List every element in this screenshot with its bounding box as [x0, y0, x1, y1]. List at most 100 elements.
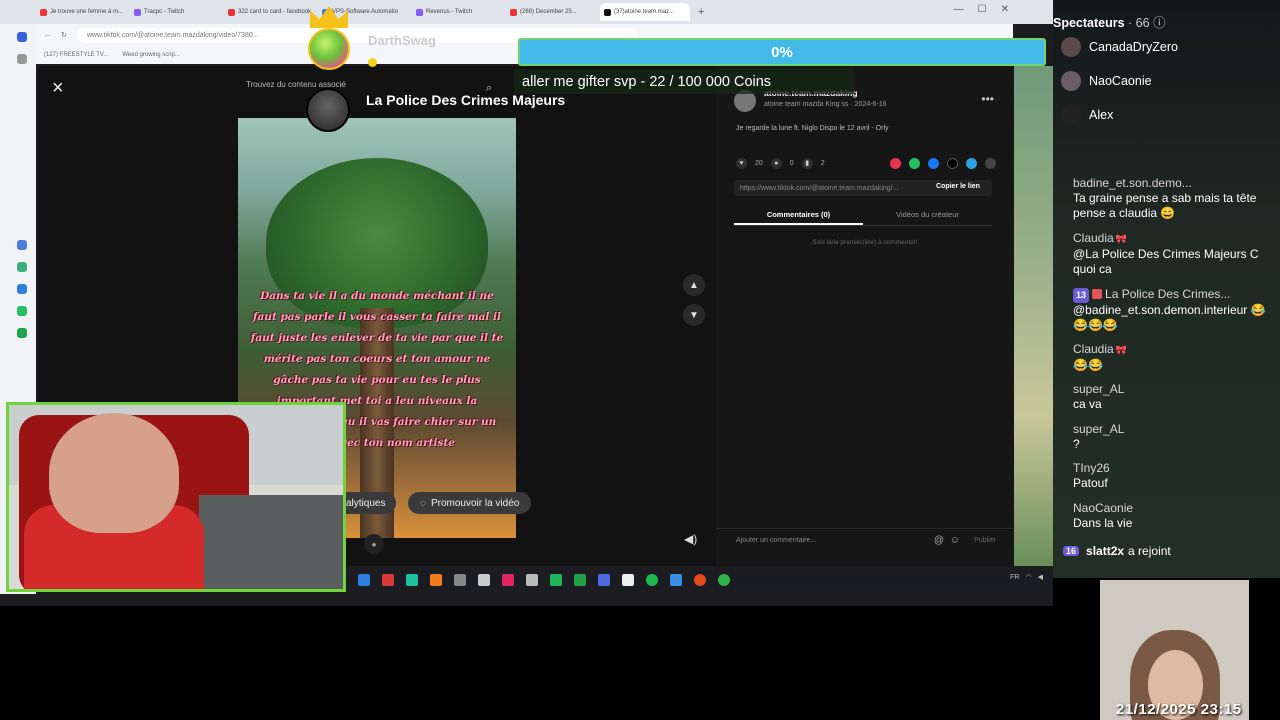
wifi-icon[interactable]: ◠ [1026, 573, 1032, 581]
back-icon[interactable]: ← [44, 32, 51, 39]
help-icon[interactable]: ⓘ [1153, 16, 1166, 30]
x-icon[interactable] [947, 157, 958, 169]
top-gifter-badge [304, 6, 354, 74]
browser-tab-active[interactable]: (37)atoine.team.maz... [600, 3, 690, 21]
sidebar-app-icon[interactable] [17, 32, 27, 42]
bookmark-item[interactable]: (127) FREESTYLE TV... [44, 52, 108, 58]
volume-icon[interactable]: ◀) [684, 532, 697, 546]
tab-creator-videos[interactable]: Vidéos du créateur [863, 206, 992, 225]
post-comment-button[interactable]: Publier [974, 537, 996, 544]
bookmark-item[interactable]: Weed growing scrip... [122, 52, 180, 58]
share-repost-icon[interactable] [890, 157, 901, 169]
window-controls: — ☐ ✕ [954, 4, 1009, 15]
spotify-icon[interactable] [646, 574, 658, 586]
gift-orb-icon [308, 28, 350, 70]
new-tab-button[interactable]: + [698, 6, 704, 18]
twitch-icon [134, 8, 141, 16]
goal-percent: 0% [771, 43, 793, 61]
chat-panel: Spectateurs · 66 ⓘ CanadaDryZero NaoCaon… [1053, 0, 1280, 578]
star-icon[interactable] [17, 54, 27, 64]
tiktok-icon [604, 8, 611, 16]
stream-frame: Je trouve une femme à m... Tracpc - Twit… [0, 0, 1280, 720]
app-icon[interactable] [502, 574, 514, 586]
gift-goal-label: aller me gifter svp - 22 / 100 000 Coins [514, 69, 854, 94]
app-icon[interactable] [670, 574, 682, 586]
viewers-header: Spectateurs · 66 ⓘ [1053, 16, 1166, 30]
browser-tab[interactable]: Je trouve une femme à m... [36, 3, 126, 21]
sidebar-app-icon[interactable] [17, 240, 27, 250]
music-title[interactable]: Je regarde la lune ft. Niglo Dispo le 12… [736, 125, 889, 132]
chevron-up-icon: ▲ [689, 279, 699, 291]
app-icon[interactable] [430, 574, 442, 586]
pagination-dot[interactable]: ● [364, 534, 384, 554]
viewer-item[interactable]: Alex [1061, 104, 1113, 126]
app-icon[interactable] [694, 574, 706, 586]
creator-name[interactable]: La Police Des Crimes Majeurs [366, 92, 565, 108]
system-tray: FR ◠ ◀ [1010, 573, 1043, 582]
tab-comments[interactable]: Commentaires (0) [734, 206, 863, 225]
app-icon[interactable] [574, 574, 586, 586]
browser-tab[interactable]: (269) December 25... [506, 3, 596, 21]
app-icon[interactable] [382, 574, 394, 586]
bookmark-icon[interactable]: ▮ [801, 157, 813, 169]
app-icon[interactable] [622, 574, 634, 586]
comment-input[interactable]: Ajouter un commentaire... [736, 537, 816, 544]
app-icon[interactable] [478, 574, 490, 586]
app-icon[interactable] [526, 574, 538, 586]
viewer-item[interactable]: NaoCaonie [1061, 70, 1152, 92]
desktop-wallpaper [1014, 66, 1053, 566]
whatsapp-icon[interactable] [909, 157, 920, 169]
streamer-head [49, 413, 179, 533]
whatsapp-icon[interactable] [17, 306, 27, 316]
author-subtitle: atoine team mazda King ss · 2024-6-16 [764, 101, 887, 108]
video-info-panel: atoine.team.mazdaking atoine team mazda … [716, 66, 1014, 566]
chat-message: NaoCaonie Dans la vie [1073, 501, 1134, 530]
browser-tab[interactable]: 322 card to card - facebook [224, 3, 314, 21]
emoji-icon[interactable]: ☺ [950, 535, 960, 546]
minimize-icon[interactable]: — [954, 4, 964, 15]
previous-video-button[interactable]: ▲ [683, 274, 705, 296]
creator-avatar[interactable] [306, 88, 350, 132]
reload-icon[interactable]: ↻ [61, 31, 67, 39]
like-icon[interactable]: ♥ [736, 157, 747, 169]
coin-icon [368, 58, 377, 67]
comment-input-bar: Ajouter un commentaire... @ ☺ Publier [716, 528, 1014, 552]
promote-video-button[interactable]: ◌ Promouvoir la vidéo [408, 492, 532, 514]
viewer-item[interactable]: CanadaDryZero [1061, 36, 1178, 58]
app-icon[interactable] [598, 574, 610, 586]
facebook-icon[interactable] [928, 157, 939, 169]
more-options-icon[interactable]: ••• [981, 92, 994, 106]
next-video-button[interactable]: ▼ [683, 304, 705, 326]
app-icon[interactable] [358, 574, 370, 586]
chat-message: super_AL ca va [1073, 382, 1125, 411]
bow-icon: 🎀 [1115, 234, 1127, 244]
copy-link-button[interactable]: Copier le lien [936, 183, 980, 190]
comment-icon[interactable]: ● [770, 157, 782, 169]
second-webcam [1100, 580, 1249, 720]
app-icon[interactable] [454, 574, 466, 586]
messenger-icon[interactable] [17, 284, 27, 294]
speaker-icon[interactable]: ◀ [1038, 573, 1043, 581]
mention-icon[interactable]: @ [934, 535, 944, 546]
sidebar-app-icon[interactable] [17, 262, 27, 272]
app-icon[interactable] [550, 574, 562, 586]
subscriber-badge: 16 [1063, 546, 1080, 556]
share-icon[interactable] [985, 157, 996, 169]
close-window-icon[interactable]: ✕ [1001, 4, 1009, 15]
chrome-icon[interactable] [718, 574, 730, 586]
chat-message: TIny26 Patouf [1073, 461, 1110, 490]
browser-tab[interactable]: Tracpc - Twitch [130, 3, 220, 21]
twitch-icon [416, 8, 423, 16]
crown-icon [310, 6, 348, 28]
telegram-icon[interactable] [966, 157, 977, 169]
sidebar-app-icon[interactable] [17, 328, 27, 338]
heart-badge-icon [1092, 289, 1103, 299]
maximize-icon[interactable]: ☐ [978, 4, 987, 15]
browser-tabstrip: Je trouve une femme à m... Tracpc - Twit… [0, 0, 1053, 24]
streamer-webcam [6, 402, 346, 592]
close-icon[interactable]: × [52, 78, 64, 98]
app-icon[interactable] [406, 574, 418, 586]
chat-message: badine_et.son.demo... Ta graine pense a … [1073, 176, 1257, 220]
video-stats: ♥ 20 ● 0 ▮ 2 [736, 156, 996, 170]
browser-tab[interactable]: Revenus - Twitch [412, 3, 502, 21]
